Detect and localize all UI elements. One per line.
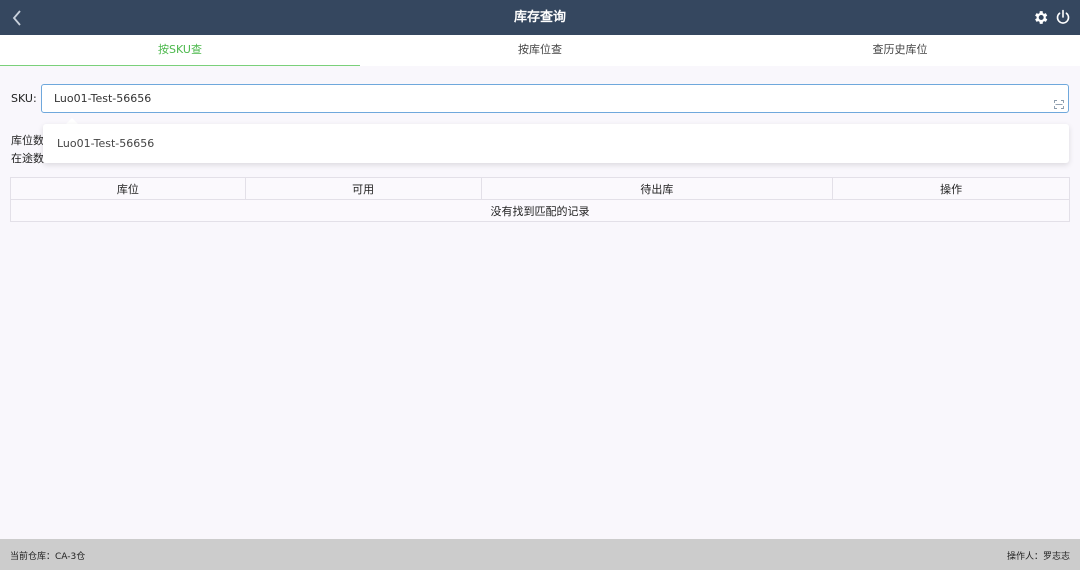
autocomplete-dropdown: Luo01-Test-56656 — [43, 124, 1069, 163]
power-icon[interactable] — [1055, 9, 1071, 26]
tab-by-sku[interactable]: 按SKU查 — [0, 35, 360, 66]
tab-history-location[interactable]: 查历史库位 — [720, 35, 1080, 66]
column-header-pending-out[interactable]: 待出库 — [480, 177, 834, 200]
column-header-available[interactable]: 可用 — [244, 177, 482, 200]
operator-name: 操作人：罗志志 — [1006, 552, 1070, 562]
tab-bar: 按SKU查 按库位查 查历史库位 — [0, 35, 1080, 66]
empty-message: 没有找到匹配的记录 — [10, 199, 1070, 222]
sku-input[interactable] — [41, 84, 1069, 113]
location-count-label: 库位数 — [11, 134, 44, 147]
column-header-actions: 操作 — [832, 177, 1070, 200]
table-row: 没有找到匹配的记录 — [10, 199, 1070, 222]
table-header-row: 库位 可用 待出库 操作 — [10, 177, 1070, 200]
gear-icon[interactable] — [1032, 9, 1049, 26]
inventory-table: 库位 可用 待出库 操作 没有找到匹配的记录 — [10, 177, 1070, 222]
tab-by-location[interactable]: 按库位查 — [360, 35, 720, 66]
page-title: 库存查询 — [513, 10, 566, 25]
sku-label: SKU: — [11, 92, 37, 105]
current-warehouse: 当前仓库：CA-3仓 — [10, 552, 86, 562]
scan-icon[interactable] — [1054, 94, 1064, 109]
top-bar: 库存查询 — [0, 0, 1080, 35]
column-header-location[interactable]: 库位 — [10, 177, 246, 200]
in-transit-label: 在途数 — [11, 152, 44, 165]
autocomplete-option[interactable]: Luo01-Test-56656 — [57, 137, 154, 150]
status-footer: 当前仓库：CA-3仓 操作人：罗志志 — [0, 539, 1080, 570]
